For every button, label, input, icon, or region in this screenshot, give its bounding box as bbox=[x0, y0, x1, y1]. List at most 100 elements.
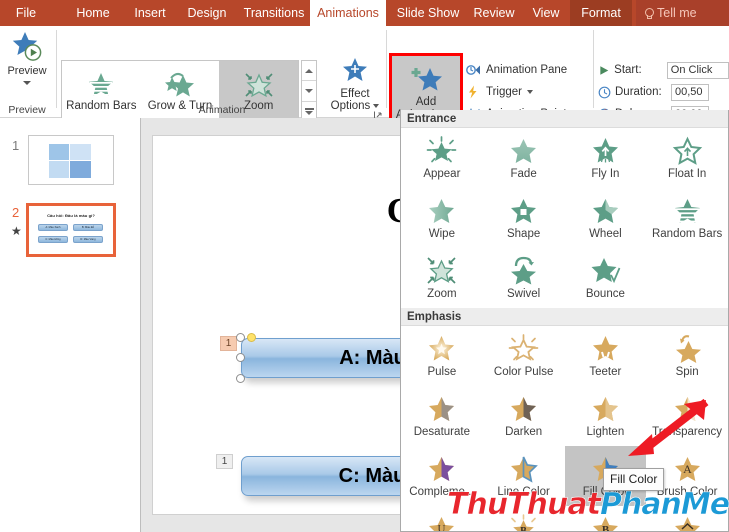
preview-button[interactable]: Preview bbox=[3, 30, 51, 100]
tab-home[interactable]: Home bbox=[64, 0, 122, 26]
gallery-scroll-down-button[interactable] bbox=[302, 81, 316, 102]
thumbnail-2-content: Câu hỏi: Đâu là màu gì? A: Màu Xanh B: M… bbox=[29, 206, 113, 254]
darken-star-icon bbox=[511, 397, 537, 421]
shape-star-icon bbox=[511, 199, 537, 223]
gallery-item-fade[interactable]: Fade bbox=[483, 128, 565, 188]
gallery-item-shape[interactable]: Shape bbox=[483, 188, 565, 248]
tab-insert[interactable]: Insert bbox=[124, 0, 176, 26]
group-label-animation: Animation bbox=[198, 104, 246, 116]
gallery-scroll-up-button[interactable] bbox=[302, 61, 316, 82]
tab-transitions[interactable]: Transitions bbox=[238, 0, 310, 26]
tab-format[interactable]: Format bbox=[570, 0, 632, 26]
effect-options-line1: Effect bbox=[340, 88, 370, 100]
tab-slide-show[interactable]: Slide Show bbox=[392, 0, 464, 26]
gallery-item-fly-in[interactable]: Fly In bbox=[565, 128, 647, 188]
gallery-section-entrance-header: Entrance bbox=[401, 110, 728, 128]
tab-review[interactable]: Review bbox=[466, 0, 522, 26]
handle-a-tl[interactable] bbox=[236, 333, 245, 342]
thumbnail-2-number: 2 bbox=[12, 205, 20, 220]
tab-view[interactable]: View bbox=[524, 0, 568, 26]
timing-duration-row: Duration: 00,50 bbox=[598, 81, 729, 103]
duration-value: 00,50 bbox=[675, 86, 703, 98]
thumbnail-2-button-b: B: Màu Đỏ bbox=[73, 224, 103, 231]
gallery-item-appear[interactable]: Appear bbox=[401, 128, 483, 188]
animation-pane-icon bbox=[466, 65, 480, 75]
tab-slide-show-label: Slide Show bbox=[396, 6, 460, 20]
gallery-item-wheel[interactable]: Wheel bbox=[565, 188, 647, 248]
gallery-item-desaturate[interactable]: Desaturate bbox=[401, 386, 483, 446]
trigger-button[interactable]: Trigger bbox=[466, 81, 591, 103]
gallery-item-pulse[interactable]: Pulse bbox=[401, 326, 483, 386]
add-animation-star-plus-icon bbox=[411, 67, 442, 90]
chevron-down-icon bbox=[527, 90, 533, 94]
gallery-item-swivel[interactable]: Swivel bbox=[483, 248, 565, 308]
thumbnail-2[interactable]: Câu hỏi: Đâu là màu gì? A: Màu Xanh B: M… bbox=[26, 203, 116, 257]
slide-thumbnail-panel[interactable]: 1 2 ★ Câu hỏi: Đâu là màu gì? A: Màu Xan… bbox=[0, 118, 141, 532]
float-in-star-icon bbox=[672, 136, 702, 165]
trigger-label: Trigger bbox=[486, 86, 522, 98]
handle-a-adjust[interactable] bbox=[247, 333, 256, 342]
gallery-item-random-bars[interactable]: Random Bars bbox=[646, 188, 728, 248]
gallery-item-float-in[interactable]: Float In bbox=[646, 128, 728, 188]
powerpoint-window: File Home Insert Design Transitions Anim… bbox=[0, 0, 729, 532]
teeter-star-icon bbox=[592, 336, 618, 361]
tab-design-label: Design bbox=[187, 6, 227, 20]
swivel-star-icon bbox=[511, 256, 537, 285]
gallery-item-bounce-label: Bounce bbox=[585, 288, 625, 300]
tab-review-label: Review bbox=[473, 6, 515, 20]
gallery-item-float-in-label: Float In bbox=[667, 168, 707, 180]
gallery-item-bounce[interactable]: Bounce bbox=[565, 248, 647, 308]
start-select[interactable]: On Click bbox=[666, 61, 729, 79]
thumbnail-2-title: Câu hỏi: Đâu là màu gì? bbox=[47, 213, 95, 218]
scroll-up-icon bbox=[305, 68, 313, 73]
tab-format-label: Format bbox=[581, 6, 621, 20]
clock-icon bbox=[598, 86, 611, 98]
handle-a-ml[interactable] bbox=[236, 353, 245, 362]
preview-caret-icon[interactable] bbox=[23, 81, 31, 85]
gallery-item-random-bars-label: Random Bars bbox=[651, 228, 723, 240]
thumbnail-1-number: 1 bbox=[12, 138, 20, 153]
tab-file[interactable]: File bbox=[0, 0, 52, 26]
play-triangle-icon bbox=[600, 65, 609, 75]
add-animation-line1: Add bbox=[415, 95, 437, 108]
gallery-item-spin[interactable]: Spin bbox=[646, 326, 728, 386]
handle-a-bl[interactable] bbox=[236, 374, 245, 383]
tab-design[interactable]: Design bbox=[178, 0, 236, 26]
duration-input[interactable]: 00,50 bbox=[671, 83, 709, 101]
gallery-item-zoom[interactable]: Zoom bbox=[401, 248, 483, 308]
gallery-entrance-grid: Appear Fade Fly In Float In Wipe Shape W… bbox=[401, 128, 728, 308]
animation-pane-label: Animation Pane bbox=[486, 64, 568, 76]
gallery-item-zoom-label: Zoom bbox=[427, 288, 457, 300]
tab-animations-label: Animations bbox=[317, 6, 379, 20]
thumbnail-1[interactable] bbox=[28, 135, 114, 185]
appear-star-icon bbox=[427, 136, 457, 163]
animation-pane-button[interactable]: Animation Pane bbox=[466, 59, 591, 81]
animation-tag-a[interactable]: 1 bbox=[220, 336, 237, 351]
zoom-star-icon bbox=[427, 257, 456, 284]
gallery-item-darken-label: Darken bbox=[505, 426, 543, 438]
animation-dialog-launcher[interactable] bbox=[374, 107, 383, 120]
wipe-star-icon bbox=[429, 199, 455, 223]
brush-color-star-icon: A bbox=[674, 457, 700, 481]
gallery-item-desaturate-label: Desaturate bbox=[413, 426, 470, 438]
gallery-item-wheel-label: Wheel bbox=[589, 228, 622, 240]
gallery-item-darken[interactable]: Darken bbox=[483, 386, 565, 446]
gallery-item-wipe[interactable]: Wipe bbox=[401, 188, 483, 248]
svg-text:U: U bbox=[438, 523, 446, 532]
gallery-section-emphasis-header: Emphasis bbox=[401, 308, 728, 326]
fly-in-star-icon bbox=[592, 138, 618, 163]
wheel-star-icon bbox=[592, 199, 618, 223]
tab-animations[interactable]: Animations bbox=[310, 0, 386, 26]
gallery-item-color-pulse[interactable]: Color Pulse bbox=[483, 326, 565, 386]
tell-me-label: Tell me bbox=[657, 6, 697, 20]
grow-turn-star-icon bbox=[165, 72, 194, 96]
animation-tag-c[interactable]: 1 bbox=[216, 454, 233, 469]
random-bars-star-icon bbox=[674, 199, 700, 223]
tab-transitions-label: Transitions bbox=[243, 6, 305, 20]
thumbnail-2-button-c: C: Màu Hồng bbox=[38, 236, 68, 243]
tell-me-box[interactable]: Tell me bbox=[636, 0, 729, 26]
gallery-item-teeter[interactable]: Teeter bbox=[565, 326, 647, 386]
add-animation-gallery[interactable]: Entrance Appear Fade Fly In Float In Wip… bbox=[400, 110, 729, 532]
color-pulse-star-icon bbox=[508, 334, 539, 361]
gallery-item-fade-label: Fade bbox=[510, 168, 537, 180]
